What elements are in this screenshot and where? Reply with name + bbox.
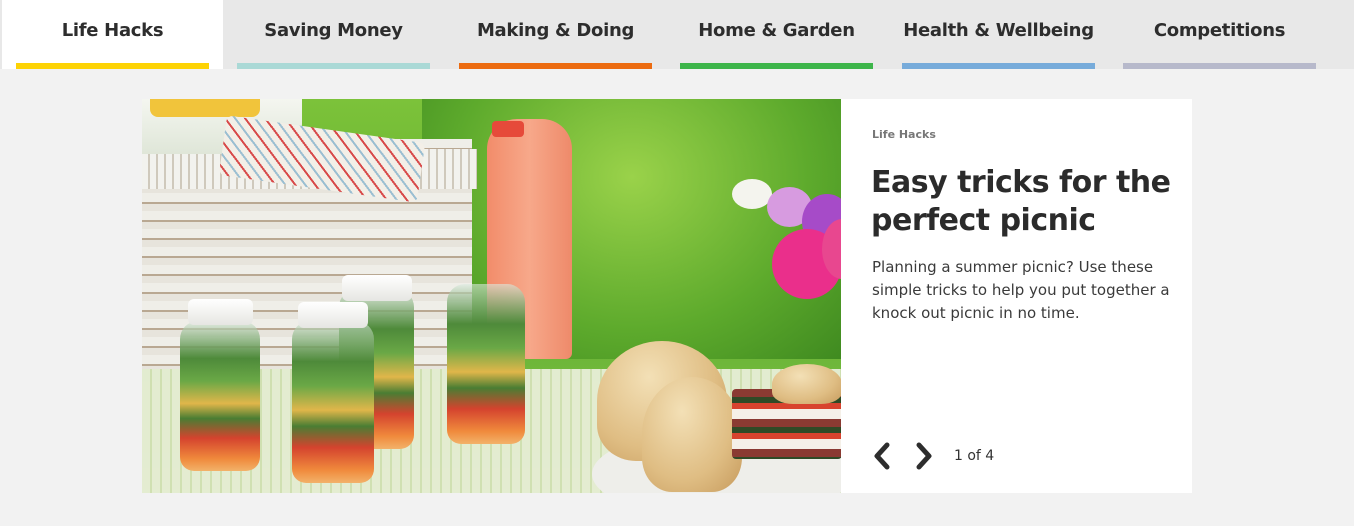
tab-label: Competitions — [1153, 20, 1286, 41]
article-title[interactable]: Easy tricks for the perfect picnic — [871, 164, 1171, 240]
tab-underline — [16, 63, 209, 69]
flowers — [722, 179, 841, 359]
next-button[interactable] — [913, 441, 935, 471]
tab-competitions[interactable]: Competitions — [1109, 0, 1330, 69]
tab-underline — [680, 63, 873, 69]
tab-underline — [459, 63, 652, 69]
jar-lid — [298, 302, 368, 328]
salad-jar — [447, 284, 525, 444]
bottle-cap — [492, 121, 524, 137]
article-category[interactable]: Life Hacks — [872, 128, 936, 141]
jar-lid — [342, 275, 412, 301]
cake — [150, 99, 260, 117]
tab-label: Home & Garden — [698, 20, 855, 41]
previous-button[interactable] — [871, 441, 893, 471]
tab-label: Saving Money — [264, 20, 403, 41]
featured-carousel: Life Hacks Easy tricks for the perfect p… — [142, 99, 1192, 493]
flower-white — [732, 179, 772, 209]
carousel-nav: 1 of 4 — [871, 441, 994, 471]
tab-health-wellbeing[interactable]: Health & Wellbeing — [888, 0, 1109, 69]
tab-home-garden[interactable]: Home & Garden — [666, 0, 887, 69]
bread-loaf — [772, 364, 841, 404]
chevron-right-icon — [916, 442, 932, 470]
chevron-left-icon — [874, 442, 890, 470]
jar-lid — [188, 299, 253, 325]
category-nav: Life Hacks Saving Money Making & Doing H… — [0, 0, 1354, 69]
tab-saving-money[interactable]: Saving Money — [223, 0, 444, 69]
salad-jar — [180, 321, 260, 471]
hero-image[interactable] — [142, 99, 841, 493]
salad-jar — [292, 321, 374, 483]
article-description: Planning a summer picnic? Use these simp… — [872, 258, 1170, 322]
bread-loaf — [642, 377, 742, 492]
article-panel: Life Hacks Easy tricks for the perfect p… — [841, 99, 1192, 493]
tab-label: Making & Doing — [476, 20, 635, 41]
tab-underline — [902, 63, 1095, 69]
tab-underline — [237, 63, 430, 69]
tab-label: Health & Wellbeing — [903, 20, 1094, 41]
slide-counter: 1 of 4 — [954, 448, 995, 464]
tab-underline — [1123, 63, 1316, 69]
tab-making-doing[interactable]: Making & Doing — [445, 0, 666, 69]
tab-life-hacks[interactable]: Life Hacks — [2, 0, 223, 69]
tab-label: Life Hacks — [61, 20, 164, 41]
